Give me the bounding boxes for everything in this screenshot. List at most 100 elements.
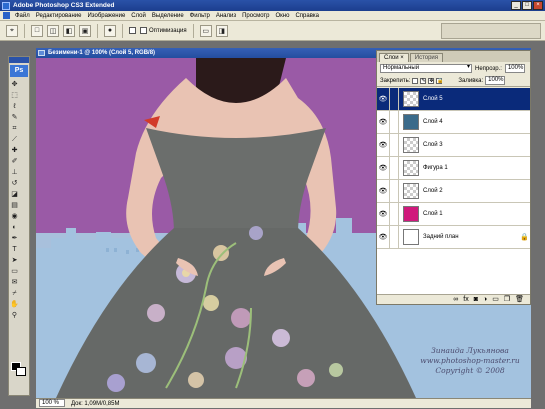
type-tool-icon[interactable]: T (10, 245, 19, 254)
workspace-button[interactable]: ◨ (215, 24, 228, 37)
adjustment-icon[interactable]: ◑ (483, 295, 487, 304)
eraser-tool-icon[interactable]: ◪ (10, 190, 19, 199)
layer-thumbnail (403, 160, 419, 176)
background-color[interactable] (16, 367, 26, 376)
new-selection-icon[interactable]: □ (31, 24, 43, 37)
blur-tool-icon[interactable]: ◉ (10, 212, 19, 221)
sample-all-layers-checkbox[interactable] (129, 27, 136, 34)
healing-tool-icon[interactable]: ✚ (10, 146, 19, 155)
hand-tool-icon[interactable]: ✋ (10, 300, 19, 309)
visibility-eye-icon[interactable]: 👁 (377, 233, 389, 241)
document-icon (38, 50, 45, 56)
notes-tool-icon[interactable]: ✉ (10, 278, 19, 287)
dodge-tool-icon[interactable]: ◐ (10, 223, 19, 232)
layer-row[interactable]: 👁 Слой 5 (377, 88, 530, 111)
new-layer-icon[interactable]: ❐ (504, 295, 510, 304)
move-tool-icon[interactable]: ✥ (10, 80, 19, 89)
add-selection-icon[interactable]: ◫ (47, 24, 59, 37)
menu-analysis[interactable]: Анализ (213, 13, 239, 19)
visibility-eye-icon[interactable]: 👁 (377, 164, 389, 172)
lock-all-icon[interactable]: 🔒 (436, 77, 444, 84)
tab-layers[interactable]: Слои × (379, 53, 409, 62)
link-icon[interactable]: ∞ (453, 295, 458, 304)
layer-thumbnail (403, 114, 419, 130)
zoom-field[interactable]: 100 % (39, 399, 65, 407)
visibility-eye-icon[interactable]: 👁 (377, 141, 389, 149)
watermark-author: Зинаида Лукьянова (431, 346, 509, 355)
quick-select-tool-icon[interactable]: ✎ (10, 113, 19, 122)
layer-row[interactable]: 👁 Фигура 1 (377, 157, 530, 180)
visibility-eye-icon[interactable]: 👁 (377, 95, 389, 103)
lock-pixels-icon[interactable]: ✎ (420, 77, 427, 84)
layers-panel: Слои × История Нормальный Непрозр.: 100%… (376, 50, 531, 305)
menu-layer[interactable]: Слой (128, 13, 149, 19)
subtract-selection-icon[interactable]: ◧ (63, 24, 75, 37)
layer-thumbnail (403, 229, 419, 245)
menu-window[interactable]: Окно (273, 13, 293, 19)
fill-field[interactable]: 100% (485, 76, 506, 85)
menu-filter[interactable]: Фильтр (187, 13, 213, 19)
layer-name: Слой 5 (423, 96, 443, 102)
opacity-field[interactable]: 100% (504, 64, 525, 73)
layer-thumbnail (403, 91, 419, 107)
watermark: Зинаида Лукьянова www.photoshop-master.r… (410, 346, 530, 376)
group-icon[interactable]: ▭ (492, 295, 499, 304)
lasso-tool-icon[interactable]: ℓ (10, 102, 19, 111)
auto-enhance-checkbox[interactable]: Оптимизация (140, 27, 187, 34)
layer-name: Фигура 1 (423, 165, 448, 171)
fx-icon[interactable]: fx (463, 295, 468, 304)
visibility-eye-icon[interactable]: 👁 (377, 187, 389, 195)
layer-name: Задний план (423, 234, 459, 240)
refine-edge-button[interactable]: ▭ (199, 24, 212, 37)
lock-transparency-icon[interactable] (412, 77, 419, 84)
menu-file[interactable]: Файл (12, 13, 33, 19)
menu-help[interactable]: Справка (292, 13, 322, 19)
stamp-tool-icon[interactable]: ⊥ (10, 168, 19, 177)
palette-well (441, 23, 541, 39)
color-swatches[interactable] (11, 362, 27, 376)
layer-name: Слой 4 (423, 119, 443, 125)
toolbox: Ps ✥ ⬚ ℓ ✎ ⌗ ⟋ ✚ ✐ ⊥ ↺ ◪ ▤ ◉ ◐ ✒ T ➤ ▭ ✉… (8, 56, 30, 396)
auto-enhance-label: Оптимизация (149, 27, 187, 34)
minimize-button[interactable]: _ (511, 1, 521, 10)
layer-row[interactable]: 👁 Слой 4 (377, 111, 530, 134)
slice-tool-icon[interactable]: ⟋ (10, 135, 19, 144)
close-button[interactable]: × (533, 1, 543, 10)
pen-tool-icon[interactable]: ✒ (10, 234, 19, 243)
brush-picker-button[interactable]: ● (104, 24, 116, 37)
layers-footer: ∞ fx ◙ ◑ ▭ ❐ 🗑 (377, 294, 530, 304)
tool-preset-button[interactable]: ⌖ (6, 24, 18, 37)
shape-tool-icon[interactable]: ▭ (10, 267, 19, 276)
menu-edit[interactable]: Редактирование (33, 13, 85, 19)
visibility-eye-icon[interactable]: 👁 (377, 118, 389, 126)
title-bar: Adobe Photoshop CS3 Extended _ □ × (0, 0, 545, 11)
zoom-tool-icon[interactable]: ⚲ (10, 311, 19, 320)
menu-select[interactable]: Выделение (149, 13, 187, 19)
menu-view[interactable]: Просмотр (239, 13, 272, 19)
opacity-label: Непрозр.: (475, 65, 502, 72)
mask-icon[interactable]: ◙ (474, 295, 478, 304)
history-brush-icon[interactable]: ↺ (10, 179, 19, 188)
eyedropper-tool-icon[interactable]: ⌿ (10, 289, 19, 298)
blend-mode-select[interactable]: Нормальный (380, 64, 472, 73)
path-select-icon[interactable]: ➤ (10, 256, 19, 265)
layer-thumbnail (403, 183, 419, 199)
trash-icon[interactable]: 🗑 (515, 295, 524, 304)
intersect-selection-icon[interactable]: ▣ (79, 24, 91, 37)
layer-row[interactable]: 👁 Слой 2 (377, 180, 530, 203)
layer-thumbnail (403, 137, 419, 153)
menu-image[interactable]: Изображение (84, 13, 128, 19)
brush-tool-icon[interactable]: ✐ (10, 157, 19, 166)
lock-position-icon[interactable]: ✥ (428, 77, 435, 84)
tab-history[interactable]: История (409, 53, 444, 62)
visibility-eye-icon[interactable]: 👁 (377, 210, 389, 218)
gradient-tool-icon[interactable]: ▤ (10, 201, 19, 210)
marquee-tool-icon[interactable]: ⬚ (10, 91, 19, 100)
layer-name: Слой 1 (423, 211, 443, 217)
crop-tool-icon[interactable]: ⌗ (10, 124, 19, 133)
layer-row[interactable]: 👁 Слой 1 (377, 203, 530, 226)
layer-row[interactable]: 👁 Задний план 🔒 (377, 226, 530, 249)
layer-name: Слой 2 (423, 188, 443, 194)
maximize-button[interactable]: □ (522, 1, 532, 10)
layer-row[interactable]: 👁 Слой 3 (377, 134, 530, 157)
